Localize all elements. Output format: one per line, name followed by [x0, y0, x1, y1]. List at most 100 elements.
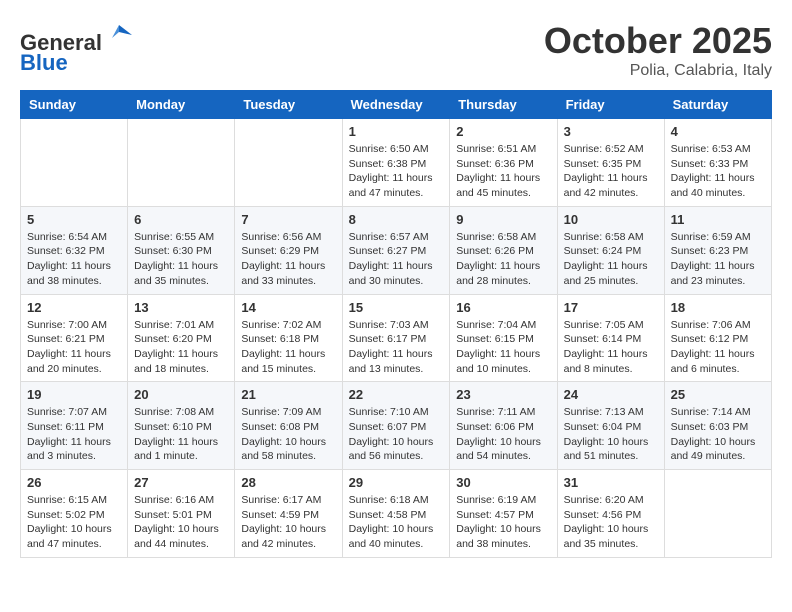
day-info: Sunrise: 6:54 AM Sunset: 6:32 PM Dayligh… — [27, 230, 121, 289]
calendar-cell: 22 Sunrise: 7:10 AM Sunset: 6:07 PM Dayli… — [342, 382, 450, 470]
calendar-cell: 23 Sunrise: 7:11 AM Sunset: 6:06 PM Dayli… — [450, 382, 557, 470]
title-block: October 2025 Polia, Calabria, Italy — [544, 20, 772, 80]
calendar-week-4: 26Sunrise: 6:15 AM Sunset: 5:02 PM Dayli… — [21, 470, 772, 558]
col-header-tuesday: Tuesday — [235, 91, 342, 119]
col-header-thursday: Thursday — [450, 91, 557, 119]
calendar-cell: 16Sunrise: 7:04 AM Sunset: 6:15 PM Dayli… — [450, 294, 557, 382]
day-info: Sunrise: 6:57 AM Sunset: 6:27 PM Dayligh… — [349, 230, 444, 289]
day-info: Sunrise: 7:03 AM Sunset: 6:17 PM Dayligh… — [349, 318, 444, 377]
calendar-week-1: 5 Sunrise: 6:54 AM Sunset: 6:32 PM Daylig… — [21, 206, 772, 294]
day-number: 11 — [671, 212, 765, 227]
day-info: Sunrise: 6:56 AM Sunset: 6:29 PM Dayligh… — [241, 230, 335, 289]
calendar-cell: 14Sunrise: 7:02 AM Sunset: 6:18 PM Dayli… — [235, 294, 342, 382]
day-number: 22 — [349, 387, 444, 402]
col-header-sunday: Sunday — [21, 91, 128, 119]
calendar-cell: 7Sunrise: 6:56 AM Sunset: 6:29 PM Daylig… — [235, 206, 342, 294]
day-info: Sunrise: 6:58 AM Sunset: 6:24 PM Dayligh… — [564, 230, 658, 289]
calendar-cell: 29Sunrise: 6:18 AM Sunset: 4:58 PM Dayli… — [342, 470, 450, 558]
day-number: 10 — [564, 212, 658, 227]
day-info: Sunrise: 7:09 AM Sunset: 6:08 PM Dayligh… — [241, 405, 335, 464]
day-info: Sunrise: 7:07 AM Sunset: 6:11 PM Dayligh… — [27, 405, 121, 464]
day-number: 23 — [456, 387, 550, 402]
calendar-cell — [128, 119, 235, 207]
calendar-cell: 27Sunrise: 6:16 AM Sunset: 5:01 PM Dayli… — [128, 470, 235, 558]
day-info: Sunrise: 6:59 AM Sunset: 6:23 PM Dayligh… — [671, 230, 765, 289]
col-header-monday: Monday — [128, 91, 235, 119]
calendar-table: SundayMondayTuesdayWednesdayThursdayFrid… — [20, 90, 772, 558]
logo: General Blue — [20, 20, 134, 75]
day-info: Sunrise: 7:13 AM Sunset: 6:04 PM Dayligh… — [564, 405, 658, 464]
day-info: Sunrise: 6:51 AM Sunset: 6:36 PM Dayligh… — [456, 142, 550, 201]
calendar-cell: 5 Sunrise: 6:54 AM Sunset: 6:32 PM Daylig… — [21, 206, 128, 294]
calendar-cell: 25 Sunrise: 7:14 AM Sunset: 6:03 PM Dayli… — [664, 382, 771, 470]
day-number: 31 — [564, 475, 658, 490]
calendar-cell: 15 Sunrise: 7:03 AM Sunset: 6:17 PM Dayli… — [342, 294, 450, 382]
day-number: 25 — [671, 387, 765, 402]
day-number: 28 — [241, 475, 335, 490]
day-info: Sunrise: 6:19 AM Sunset: 4:57 PM Dayligh… — [456, 493, 550, 552]
col-header-wednesday: Wednesday — [342, 91, 450, 119]
calendar-week-3: 19 Sunrise: 7:07 AM Sunset: 6:11 PM Dayli… — [21, 382, 772, 470]
calendar-cell: 3 Sunrise: 6:52 AM Sunset: 6:35 PM Daylig… — [557, 119, 664, 207]
page-header: General Blue October 2025 Polia, Calabri… — [20, 20, 772, 80]
day-info: Sunrise: 6:52 AM Sunset: 6:35 PM Dayligh… — [564, 142, 658, 201]
day-number: 3 — [564, 124, 658, 139]
calendar-cell: 2 Sunrise: 6:51 AM Sunset: 6:36 PM Daylig… — [450, 119, 557, 207]
col-header-friday: Friday — [557, 91, 664, 119]
day-info: Sunrise: 7:11 AM Sunset: 6:06 PM Dayligh… — [456, 405, 550, 464]
calendar-cell — [21, 119, 128, 207]
day-number: 5 — [27, 212, 121, 227]
day-number: 1 — [349, 124, 444, 139]
day-number: 20 — [134, 387, 228, 402]
calendar-cell: 26Sunrise: 6:15 AM Sunset: 5:02 PM Dayli… — [21, 470, 128, 558]
day-info: Sunrise: 7:08 AM Sunset: 6:10 PM Dayligh… — [134, 405, 228, 464]
day-number: 4 — [671, 124, 765, 139]
day-info: Sunrise: 6:50 AM Sunset: 6:38 PM Dayligh… — [349, 142, 444, 201]
day-info: Sunrise: 7:05 AM Sunset: 6:14 PM Dayligh… — [564, 318, 658, 377]
calendar-cell: 4 Sunrise: 6:53 AM Sunset: 6:33 PM Daylig… — [664, 119, 771, 207]
calendar-header-row: SundayMondayTuesdayWednesdayThursdayFrid… — [21, 91, 772, 119]
day-info: Sunrise: 6:17 AM Sunset: 4:59 PM Dayligh… — [241, 493, 335, 552]
day-number: 12 — [27, 300, 121, 315]
calendar-cell: 10 Sunrise: 6:58 AM Sunset: 6:24 PM Dayli… — [557, 206, 664, 294]
day-number: 6 — [134, 212, 228, 227]
calendar-cell: 21 Sunrise: 7:09 AM Sunset: 6:08 PM Dayli… — [235, 382, 342, 470]
day-info: Sunrise: 7:04 AM Sunset: 6:15 PM Dayligh… — [456, 318, 550, 377]
day-number: 18 — [671, 300, 765, 315]
location: Polia, Calabria, Italy — [544, 62, 772, 80]
day-number: 27 — [134, 475, 228, 490]
calendar-cell — [235, 119, 342, 207]
calendar-cell: 8Sunrise: 6:57 AM Sunset: 6:27 PM Daylig… — [342, 206, 450, 294]
day-number: 29 — [349, 475, 444, 490]
day-info: Sunrise: 7:14 AM Sunset: 6:03 PM Dayligh… — [671, 405, 765, 464]
day-info: Sunrise: 6:20 AM Sunset: 4:56 PM Dayligh… — [564, 493, 658, 552]
col-header-saturday: Saturday — [664, 91, 771, 119]
day-info: Sunrise: 7:10 AM Sunset: 6:07 PM Dayligh… — [349, 405, 444, 464]
month-title: October 2025 — [544, 20, 772, 62]
day-number: 24 — [564, 387, 658, 402]
day-number: 2 — [456, 124, 550, 139]
day-number: 13 — [134, 300, 228, 315]
day-number: 26 — [27, 475, 121, 490]
calendar-cell — [664, 470, 771, 558]
calendar-cell: 9Sunrise: 6:58 AM Sunset: 6:26 PM Daylig… — [450, 206, 557, 294]
day-info: Sunrise: 6:53 AM Sunset: 6:33 PM Dayligh… — [671, 142, 765, 201]
calendar-cell: 28 Sunrise: 6:17 AM Sunset: 4:59 PM Dayli… — [235, 470, 342, 558]
calendar-cell: 1 Sunrise: 6:50 AM Sunset: 6:38 PM Daylig… — [342, 119, 450, 207]
day-number: 21 — [241, 387, 335, 402]
calendar-cell: 30 Sunrise: 6:19 AM Sunset: 4:57 PM Dayli… — [450, 470, 557, 558]
logo-bird-icon — [104, 20, 134, 50]
calendar-cell: 11 Sunrise: 6:59 AM Sunset: 6:23 PM Dayli… — [664, 206, 771, 294]
calendar-cell: 20 Sunrise: 7:08 AM Sunset: 6:10 PM Dayli… — [128, 382, 235, 470]
day-info: Sunrise: 7:06 AM Sunset: 6:12 PM Dayligh… — [671, 318, 765, 377]
calendar-cell: 6Sunrise: 6:55 AM Sunset: 6:30 PM Daylig… — [128, 206, 235, 294]
day-number: 15 — [349, 300, 444, 315]
calendar-cell: 31 Sunrise: 6:20 AM Sunset: 4:56 PM Dayli… — [557, 470, 664, 558]
calendar-cell: 24 Sunrise: 7:13 AM Sunset: 6:04 PM Dayli… — [557, 382, 664, 470]
calendar-cell: 19 Sunrise: 7:07 AM Sunset: 6:11 PM Dayli… — [21, 382, 128, 470]
day-info: Sunrise: 6:58 AM Sunset: 6:26 PM Dayligh… — [456, 230, 550, 289]
day-number: 19 — [27, 387, 121, 402]
day-info: Sunrise: 7:00 AM Sunset: 6:21 PM Dayligh… — [27, 318, 121, 377]
logo-blue: Blue — [20, 50, 68, 75]
day-number: 30 — [456, 475, 550, 490]
